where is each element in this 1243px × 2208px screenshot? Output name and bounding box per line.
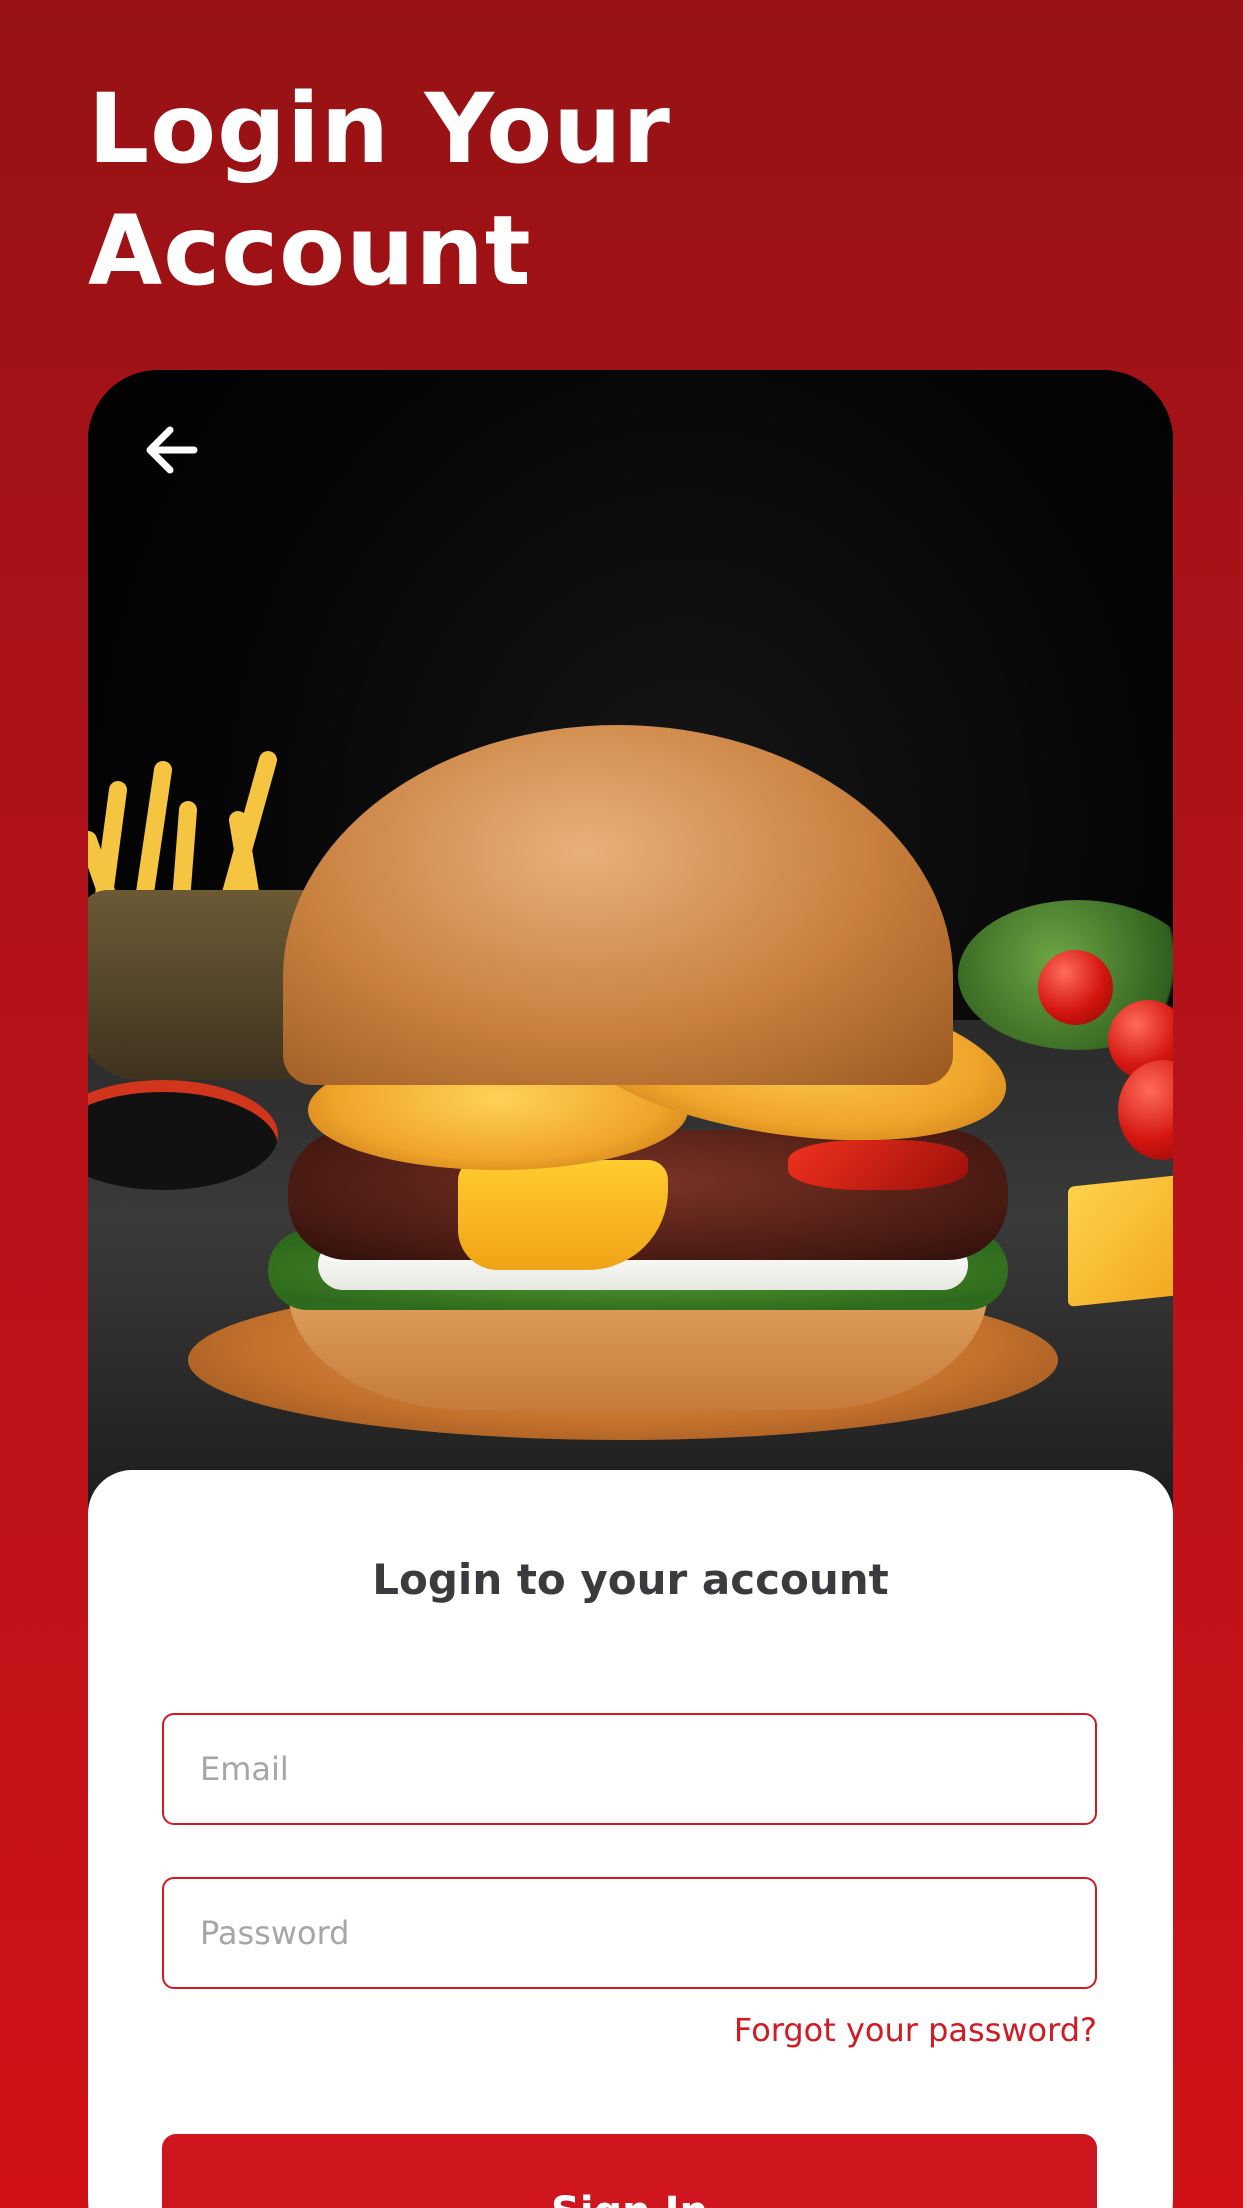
back-button[interactable] <box>132 410 212 490</box>
bun-top <box>283 725 953 1085</box>
login-form-title: Login to your account <box>372 1555 889 1604</box>
page-title-line-2: Account <box>88 195 532 307</box>
tomato <box>1038 950 1113 1025</box>
password-field[interactable] <box>162 1877 1097 1989</box>
arrow-left-icon <box>146 426 198 474</box>
red-pepper <box>788 1140 968 1190</box>
page-title: Login Your Account <box>88 68 888 312</box>
burger-photo <box>88 370 1173 1510</box>
page-title-line-1: Login Your <box>88 73 671 185</box>
cheese-slice <box>458 1160 668 1270</box>
cheese-block <box>1068 1173 1173 1307</box>
forgot-password-link[interactable]: Forgot your password? <box>734 2008 1097 2052</box>
login-panel: Login to your account Forgot your passwo… <box>88 1470 1173 2208</box>
login-card: Login to your account Forgot your passwo… <box>88 370 1173 2208</box>
sign-in-button[interactable]: Sign In <box>162 2134 1097 2208</box>
email-field[interactable] <box>162 1713 1097 1825</box>
